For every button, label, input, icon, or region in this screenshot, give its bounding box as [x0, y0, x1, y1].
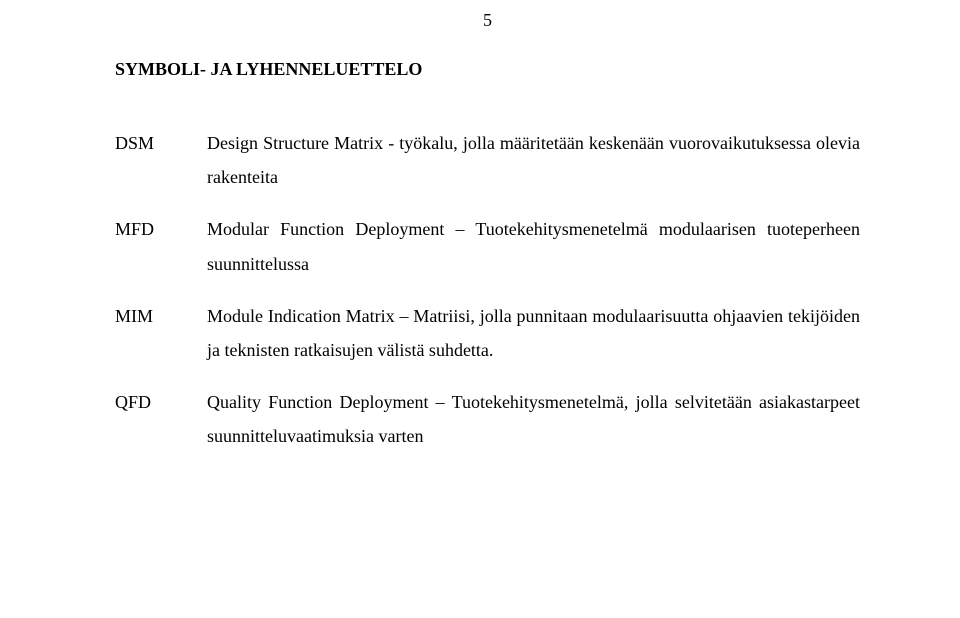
abbreviation: MIM [115, 299, 207, 333]
definition-text: Design Structure Matrix - työkalu, jolla… [207, 126, 860, 194]
page: 5 SYMBOLI- JA LYHENNELUETTELO DSM Design… [0, 0, 960, 454]
glossary-entry: MIM Module Indication Matrix – Matriisi,… [115, 299, 860, 367]
glossary-entry: DSM Design Structure Matrix - työkalu, j… [115, 126, 860, 194]
glossary-entry: QFD Quality Function Deployment – Tuotek… [115, 385, 860, 453]
section-heading: SYMBOLI- JA LYHENNELUETTELO [115, 59, 860, 126]
definition-text: Module Indication Matrix – Matriisi, jol… [207, 299, 860, 367]
definition-text: Modular Function Deployment – Tuotekehit… [207, 212, 860, 280]
glossary-entry: MFD Modular Function Deployment – Tuotek… [115, 212, 860, 280]
abbreviation: MFD [115, 212, 207, 246]
page-number: 5 [115, 0, 860, 59]
abbreviation: DSM [115, 126, 207, 160]
definition-text: Quality Function Deployment – Tuotekehit… [207, 385, 860, 453]
abbreviation: QFD [115, 385, 207, 419]
